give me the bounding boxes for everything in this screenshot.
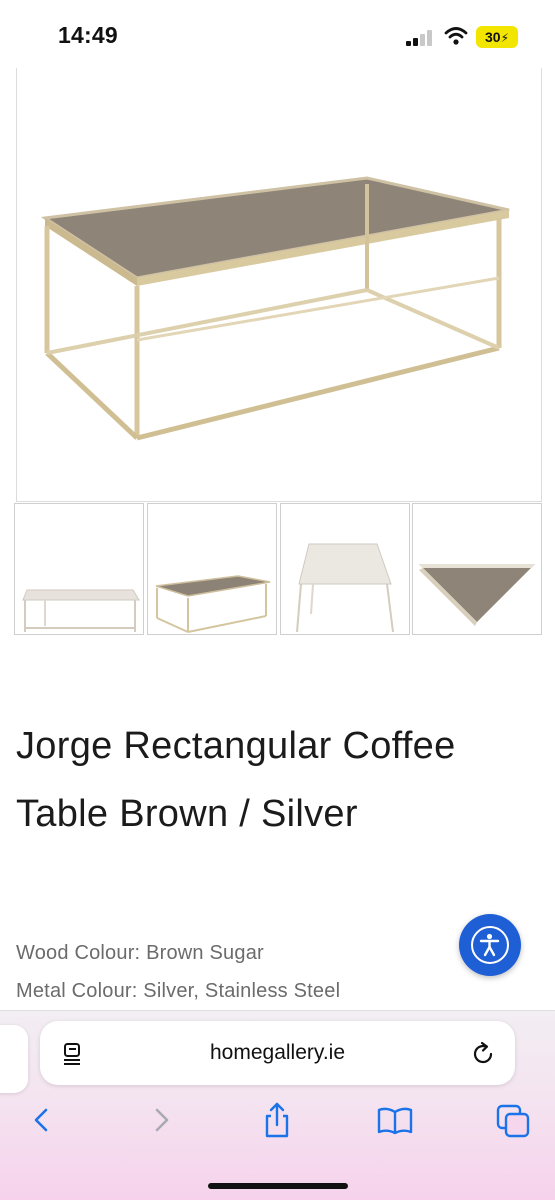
share-icon (265, 1102, 289, 1138)
wifi-icon (444, 26, 468, 46)
table-corner-detail-image (419, 564, 535, 626)
url-text[interactable]: homegallery.ie (40, 1021, 515, 1085)
home-indicator (208, 1183, 348, 1189)
status-time: 14:49 (58, 22, 118, 48)
wood-colour-spec: Wood Colour: Brown Sugar (16, 942, 264, 964)
thumbnail-2[interactable] (147, 503, 277, 635)
accessibility-icon (471, 926, 509, 964)
table-angled-view-image (155, 575, 271, 633)
battery-icon: 30⚡ (476, 26, 518, 48)
forward-icon (155, 1108, 169, 1132)
thumbnail-strip (14, 503, 542, 635)
product-title: Jorge Rectangular Coffee Table Brown / S… (16, 725, 456, 835)
table-top-view-image (296, 543, 394, 633)
status-bar: 14:49 30⚡ (0, 0, 555, 70)
bookmarks-icon (377, 1107, 413, 1135)
share-button[interactable] (257, 1100, 297, 1140)
table-front-view-image (22, 589, 140, 632)
metal-colour-spec: Metal Colour: Silver, Stainless Steel (16, 980, 341, 1002)
thumbnail-4[interactable] (412, 503, 542, 635)
tabs-button[interactable] (494, 1100, 534, 1140)
coffee-table-illustration (40, 176, 510, 441)
forward-button[interactable] (141, 1100, 181, 1140)
thumbnail-1[interactable] (14, 503, 144, 635)
accessibility-button[interactable] (459, 914, 521, 976)
address-bar[interactable]: homegallery.ie (40, 1021, 515, 1085)
battery-level: 30 (484, 29, 501, 45)
back-icon (34, 1108, 48, 1132)
signal-icon (406, 30, 436, 46)
previous-tab-edge[interactable] (0, 1025, 28, 1093)
reload-icon[interactable] (470, 1041, 496, 1067)
thumbnail-3[interactable] (280, 503, 410, 635)
product-main-image[interactable] (16, 68, 542, 502)
back-button[interactable] (22, 1100, 62, 1140)
bookmarks-button[interactable] (375, 1100, 415, 1140)
tabs-icon (496, 1104, 530, 1138)
